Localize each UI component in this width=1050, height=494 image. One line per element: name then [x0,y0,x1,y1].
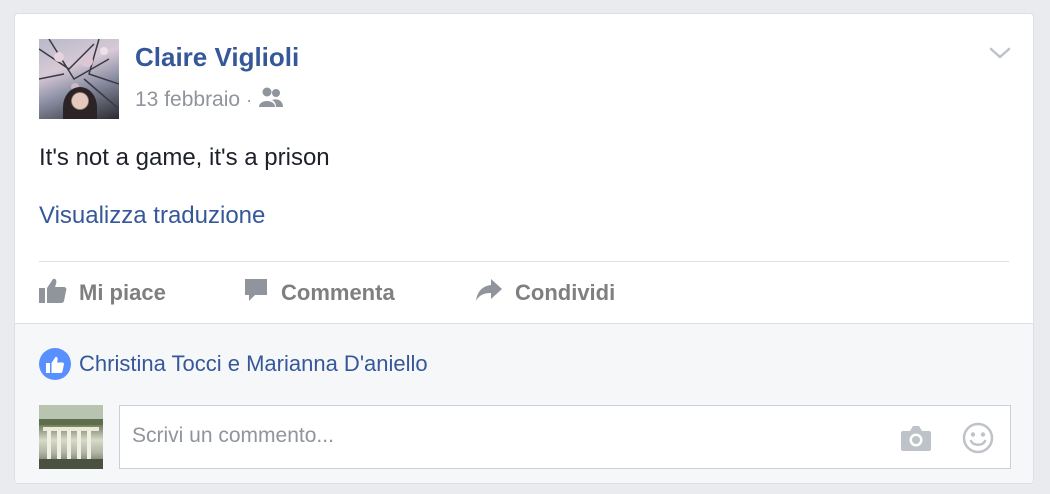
meta-separator: · [246,89,253,110]
post-meta: 13 febbraio · [135,86,284,114]
friends-icon[interactable] [258,86,284,114]
post-card: Claire Viglioli 13 febbraio · It's not a… [14,13,1034,484]
action-bar: Mi piace Commenta Condividi [39,276,615,310]
emoji-smiley-icon[interactable] [962,422,994,454]
comment-placeholder: Scrivi un commento... [132,424,334,447]
share-label: Condividi [515,280,616,305]
comment-input[interactable]: Scrivi un commento... [119,405,1011,469]
comment-button[interactable]: Commenta [243,277,475,309]
current-user-avatar[interactable] [39,405,103,469]
likes-summary: Christina Tocci e Marianna D'aniello [39,348,428,380]
post-footer: Christina Tocci e Marianna D'aniello Scr… [15,323,1033,483]
likers-names-link[interactable]: Christina Tocci e Marianna D'aniello [79,351,428,377]
like-label: Mi piace [79,280,166,305]
thumbs-up-icon [39,277,67,309]
comment-bubble-icon [243,277,269,309]
action-divider [39,261,1009,262]
comment-label: Commenta [281,280,395,305]
post-date[interactable]: 13 febbraio [135,88,240,112]
camera-icon[interactable] [900,423,932,453]
share-arrow-icon [475,278,503,308]
post-options-chevron-icon[interactable] [989,42,1011,64]
like-reaction-icon [39,348,71,380]
post-text: It's not a game, it's a prison [39,144,330,171]
author-name[interactable]: Claire Viglioli [135,42,299,73]
share-button[interactable]: Condividi [475,278,615,308]
author-avatar[interactable] [39,39,119,119]
see-translation-link[interactable]: Visualizza traduzione [39,202,265,230]
like-button[interactable]: Mi piace [39,277,243,309]
